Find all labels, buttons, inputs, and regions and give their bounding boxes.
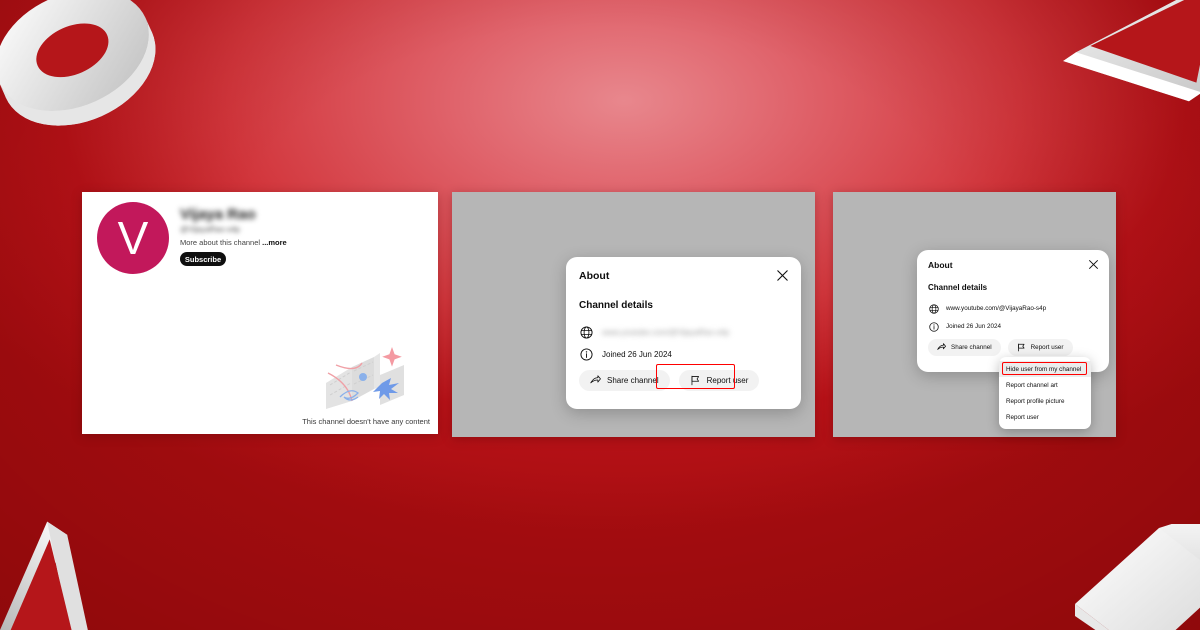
empty-state-text: This channel doesn't have any content — [302, 417, 430, 426]
share-arrow-icon — [590, 375, 601, 386]
more-about-channel-text: More about this channel — [180, 238, 263, 247]
dialog-action-buttons: Share channel Report user — [928, 339, 1073, 356]
globe-icon — [579, 325, 593, 339]
no-content-illustration-icon — [326, 347, 405, 409]
dialog-title: About — [579, 270, 610, 282]
globe-icon — [928, 303, 939, 314]
channel-url-row: www.youtube.com/@VijayaRao-s4p — [579, 325, 729, 339]
channel-details-heading: Channel details — [579, 300, 653, 311]
channel-name: Vijaya Rao — [180, 206, 256, 223]
screenshot-panel-2: V Vijaya Rao @VijayaRao-s4p More about t… — [452, 192, 815, 437]
joined-date-row: Joined 26 Jun 2024 — [579, 347, 672, 361]
screenshot-panel-1: V Vijaya Rao @VijayaRao-s4p More about t… — [82, 192, 438, 434]
about-dialog: About Channel details www.youtube.com/@V… — [917, 250, 1109, 372]
more-about-channel-link[interactable]: More about this channel ...more — [180, 238, 287, 247]
report-user-button[interactable]: Report user — [1007, 339, 1073, 356]
share-channel-button[interactable]: Share channel — [928, 339, 1001, 356]
menu-item-report-profile-picture[interactable]: Report profile picture — [999, 393, 1091, 409]
share-channel-button[interactable]: Share channel — [579, 370, 670, 391]
flag-icon — [1017, 343, 1026, 352]
empty-state: This channel doesn't have any content — [302, 339, 430, 426]
dialog-action-buttons: Share channel Report user — [579, 370, 760, 391]
avatar: V — [97, 202, 169, 274]
channel-details-heading: Channel details — [928, 283, 988, 292]
menu-item-hide-user-from-my-channel[interactable]: Hide user from my channel — [999, 361, 1091, 377]
info-icon — [928, 321, 939, 332]
more-link-label: ...more — [262, 238, 287, 247]
joined-date-value: Joined 26 Jun 2024 — [946, 323, 1001, 330]
share-channel-label: Share channel — [607, 376, 659, 385]
channel-url-value[interactable]: www.youtube.com/@VijayaRao-s4p — [946, 305, 1046, 312]
channel-url-row: www.youtube.com/@VijayaRao-s4p — [928, 303, 1046, 314]
close-icon[interactable] — [775, 268, 790, 283]
dialog-title: About — [928, 260, 953, 270]
report-user-menu: Hide user from my channel Report channel… — [999, 357, 1091, 429]
about-dialog: About Channel details www.youtube.com/@V… — [566, 257, 801, 409]
share-arrow-icon — [937, 343, 946, 352]
screenshot-canvas: V Vijaya Rao @VijayaRao-s4p More about t… — [0, 0, 1200, 630]
report-user-button[interactable]: Report user — [678, 370, 760, 391]
report-user-label: Report user — [1030, 344, 1064, 351]
close-icon[interactable] — [1087, 258, 1100, 271]
channel-handle: @VijayaRao-s4p — [180, 225, 241, 234]
flag-icon — [690, 375, 701, 386]
subscribe-button[interactable]: Subscribe — [180, 252, 226, 266]
channel-url-value[interactable]: www.youtube.com/@VijayaRao-s4p — [602, 328, 729, 337]
share-channel-label: Share channel — [951, 344, 992, 351]
menu-item-report-user[interactable]: Report user — [999, 409, 1091, 425]
report-user-label: Report user — [706, 376, 749, 385]
joined-date-value: Joined 26 Jun 2024 — [602, 349, 672, 359]
joined-date-row: Joined 26 Jun 2024 — [928, 321, 1001, 332]
info-icon — [579, 347, 593, 361]
menu-item-report-channel-art[interactable]: Report channel art — [999, 377, 1091, 393]
